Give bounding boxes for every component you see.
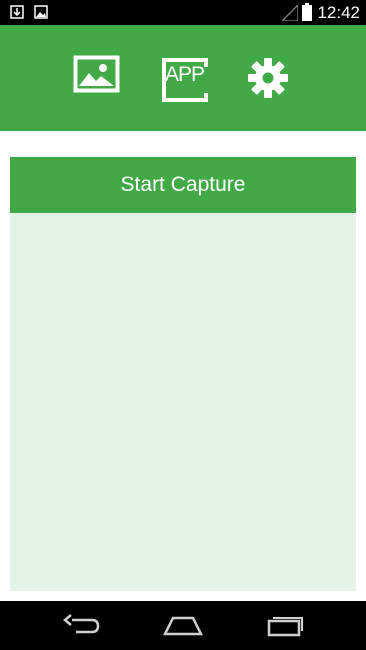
back-icon[interactable]: [62, 611, 102, 641]
app-icon[interactable]: APP: [160, 57, 208, 102]
battery-icon: [302, 3, 312, 26]
capture-panel: Start Capture: [10, 157, 356, 591]
start-capture-button[interactable]: Start Capture: [10, 157, 356, 213]
download-icon: [10, 5, 24, 24]
status-bar: 12:42: [0, 0, 366, 25]
top-toolbar: APP: [0, 25, 366, 131]
recents-icon[interactable]: [266, 611, 306, 641]
signal-icon: [280, 3, 299, 26]
settings-icon[interactable]: [247, 57, 289, 99]
navigation-bar: [0, 601, 366, 650]
app-icon-label: APP: [165, 63, 205, 86]
home-icon[interactable]: [162, 611, 204, 641]
clock-time: 12:42: [317, 3, 360, 22]
gallery-icon[interactable]: [73, 55, 121, 99]
image-icon: [34, 5, 48, 24]
